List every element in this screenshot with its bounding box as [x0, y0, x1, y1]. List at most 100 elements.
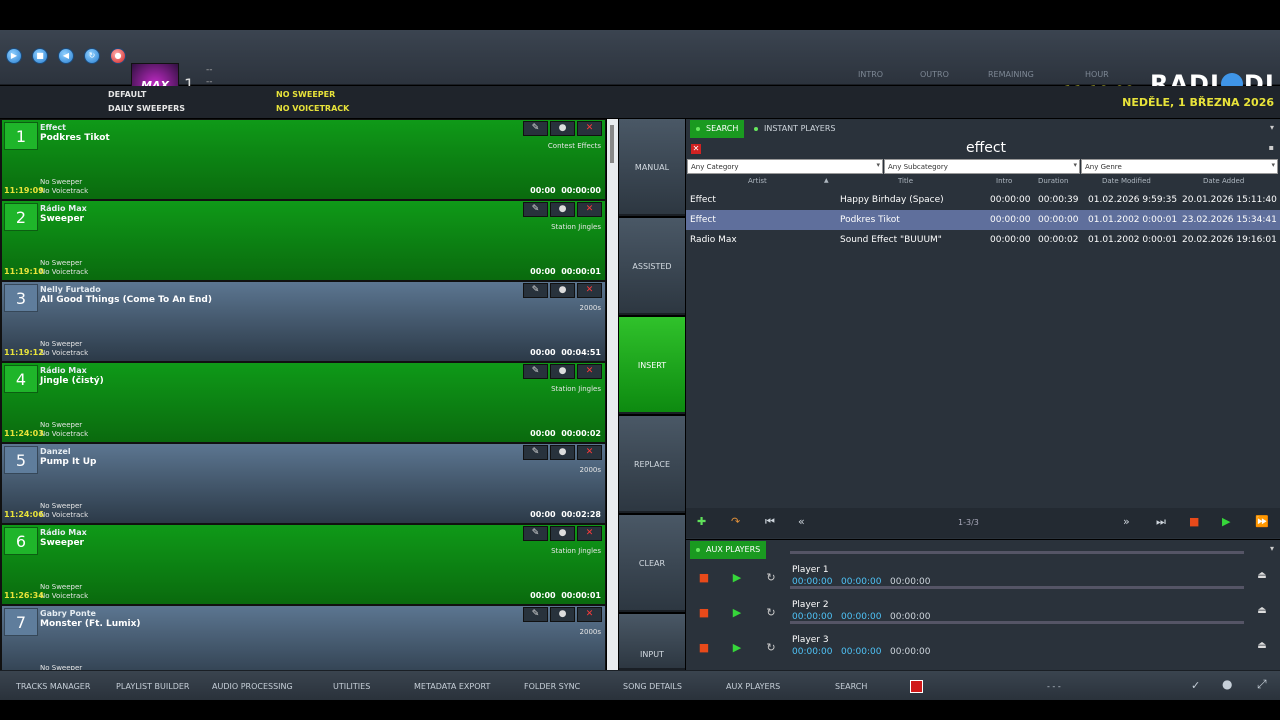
play-icon[interactable]: ▶: [727, 640, 747, 656]
playlist-item[interactable]: 5 Danzel Pump It Up ✎ ● ✕ 2000s No Sweeper No Vo…: [2, 444, 605, 523]
delete-icon[interactable]: ✕: [577, 121, 602, 136]
loop-icon[interactable]: ↻: [761, 570, 781, 586]
playlist-scrollbar[interactable]: [607, 119, 618, 670]
edit-icon[interactable]: ✎: [523, 121, 548, 136]
playlist-item[interactable]: 3 Nelly Furtado All Good Things (Come To A…: [2, 282, 605, 361]
delete-icon[interactable]: ✕: [577, 364, 602, 379]
loop-icon[interactable]: ↻: [84, 48, 100, 64]
col-date-added[interactable]: Date Added: [1203, 177, 1244, 185]
tracks-manager-button[interactable]: TRACKS MANAGER: [16, 682, 90, 691]
song-details-button[interactable]: SONG DETAILS: [623, 682, 682, 691]
metadata-export-button[interactable]: METADATA EXPORT: [414, 682, 490, 691]
playlist-item[interactable]: 7 Gabry Ponte Monster (Ft. Lumix) ✎ ● ✕ 2000s N…: [2, 606, 605, 670]
player-progress[interactable]: [790, 621, 1244, 624]
tab-search[interactable]: SEARCH: [690, 120, 745, 138]
add-icon[interactable]: ✚: [697, 515, 706, 528]
result-row[interactable]: Radio Max Sound Effect "BUUUM" 00:00:00 00:…: [686, 230, 1280, 250]
stop-icon[interactable]: ■: [694, 640, 714, 656]
edit-icon[interactable]: ✎: [523, 364, 548, 379]
delete-icon[interactable]: ✕: [577, 283, 602, 298]
edit-icon[interactable]: ✎: [523, 202, 548, 217]
info-icon[interactable]: ●: [550, 607, 575, 622]
result-row[interactable]: Effect Podkres Tikot 00:00:00 00:00:00 01.01…: [686, 210, 1280, 230]
search-button[interactable]: SEARCH: [835, 682, 867, 691]
col-date-modified[interactable]: Date Modified: [1102, 177, 1151, 185]
panel-menu-icon[interactable]: ▾: [1270, 544, 1274, 553]
genre-select[interactable]: Any Genre: [1081, 159, 1278, 174]
subcategory-select[interactable]: Any Subcategory: [884, 159, 1080, 174]
fullscreen-icon[interactable]: ⤢: [1257, 677, 1267, 692]
aux-players-button[interactable]: AUX PLAYERS: [726, 682, 780, 691]
mode-replace[interactable]: REPLACE: [619, 416, 685, 513]
last-page-icon[interactable]: ⏭: [1156, 515, 1166, 529]
delete-icon[interactable]: ✕: [577, 202, 602, 217]
info-icon[interactable]: ●: [550, 526, 575, 541]
mode-manual[interactable]: MANUAL: [619, 119, 685, 216]
user-icon[interactable]: ●: [1222, 677, 1232, 691]
player-progress[interactable]: [790, 586, 1244, 589]
delete-icon[interactable]: ✕: [577, 445, 602, 460]
playlist-builder-button[interactable]: PLAYLIST BUILDER: [116, 682, 189, 691]
preview-play-icon[interactable]: ▶: [1222, 515, 1230, 528]
edit-icon[interactable]: ✎: [523, 607, 548, 622]
player-progress[interactable]: [790, 551, 1244, 554]
tab-aux-players[interactable]: AUX PLAYERS: [690, 541, 767, 559]
panel-menu-icon[interactable]: ▾: [1270, 123, 1274, 132]
info-icon[interactable]: ●: [550, 445, 575, 460]
eject-icon[interactable]: ⏏: [1254, 640, 1270, 656]
col-duration[interactable]: Duration: [1038, 177, 1068, 185]
previous-icon[interactable]: ◀: [58, 48, 74, 64]
playlist-item[interactable]: 6 Rádio Max Sweeper ✎ ● ✕ Station Jingles No Sw…: [2, 525, 605, 604]
checkmark-icon[interactable]: ✓: [1191, 679, 1200, 692]
search-options-icon[interactable]: ▪: [1269, 143, 1274, 152]
edit-icon[interactable]: ✎: [523, 283, 548, 298]
result-row[interactable]: Effect Happy Birhday (Space) 00:00:00 00:00…: [686, 190, 1280, 210]
info-icon[interactable]: ●: [550, 202, 575, 217]
info-icon[interactable]: ●: [550, 121, 575, 136]
play-icon[interactable]: ▶: [727, 605, 747, 621]
utilities-button[interactable]: UTILITIES: [333, 682, 370, 691]
info-icon[interactable]: ●: [550, 364, 575, 379]
mode-input[interactable]: INPUT: [619, 614, 685, 670]
delete-icon[interactable]: ✕: [577, 526, 602, 541]
audio-processing-button[interactable]: AUDIO PROCESSING: [212, 682, 293, 691]
loop-icon[interactable]: ↻: [761, 640, 781, 656]
stop-icon[interactable]: ■: [694, 570, 714, 586]
scroll-thumb[interactable]: [610, 125, 614, 163]
search-input[interactable]: [706, 140, 1266, 156]
record-icon[interactable]: ●: [110, 48, 126, 64]
first-page-icon[interactable]: ⏮: [765, 515, 775, 529]
tab-instant-players[interactable]: INSTANT PLAYERS: [748, 120, 841, 138]
prev-page-icon[interactable]: «: [798, 515, 805, 528]
delete-icon[interactable]: ✕: [577, 607, 602, 622]
mode-insert[interactable]: INSERT: [619, 317, 685, 414]
play-icon[interactable]: ▶: [727, 570, 747, 586]
edit-icon[interactable]: ✎: [523, 526, 548, 541]
sort-asc-icon[interactable]: ▲: [824, 177, 829, 184]
col-artist[interactable]: Artist: [748, 177, 767, 185]
playlist-item[interactable]: 2 Rádio Max Sweeper ✎ ● ✕ Station Jingles No Sw…: [2, 201, 605, 280]
preview-stop-icon[interactable]: ■: [1189, 515, 1199, 528]
edit-icon[interactable]: ✎: [523, 445, 548, 460]
record-indicator[interactable]: [910, 680, 923, 693]
folder-sync-button[interactable]: FOLDER SYNC: [524, 682, 580, 691]
info-icon[interactable]: ●: [550, 283, 575, 298]
mode-clear[interactable]: CLEAR: [619, 515, 685, 612]
mode-assisted[interactable]: ASSISTED: [619, 218, 685, 315]
insert-track-icon[interactable]: ↷: [731, 515, 740, 528]
stop-icon[interactable]: ■: [32, 48, 48, 64]
clear-search-icon[interactable]: ✕: [691, 144, 701, 154]
eject-icon[interactable]: ⏏: [1254, 570, 1270, 586]
loop-icon[interactable]: ↻: [761, 605, 781, 621]
item-artist: Gabry Ponte: [40, 609, 96, 618]
category-select[interactable]: Any Category: [687, 159, 883, 174]
eject-icon[interactable]: ⏏: [1254, 605, 1270, 621]
fast-forward-icon[interactable]: ⏩: [1255, 515, 1269, 528]
next-page-icon[interactable]: »: [1123, 515, 1130, 528]
stop-icon[interactable]: ■: [694, 605, 714, 621]
playlist-item[interactable]: 4 Rádio Max Jingle (čistý) ✎ ● ✕ Station Jingl…: [2, 363, 605, 442]
play-icon[interactable]: ▶: [6, 48, 22, 64]
playlist-item[interactable]: 1 Effect Podkres Tikot ✎ ● ✕ Contest Effects No…: [2, 120, 605, 199]
col-title[interactable]: Title: [898, 177, 913, 185]
col-intro[interactable]: Intro: [996, 177, 1012, 185]
